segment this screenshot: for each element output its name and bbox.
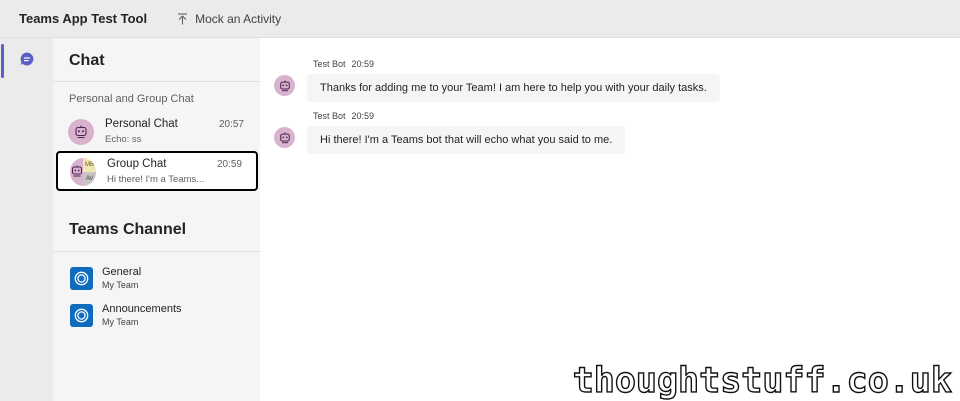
rail-item-chat[interactable]	[0, 42, 53, 80]
chat-name: Personal Chat	[105, 118, 178, 130]
divider	[53, 251, 260, 252]
message-bubble: Hi there! I'm a Teams bot that will echo…	[307, 126, 626, 154]
bot-icon	[71, 165, 83, 183]
bot-icon	[75, 125, 87, 138]
team-channel-icon	[70, 304, 93, 327]
chat-time: 20:57	[218, 119, 244, 130]
chat-item-personal[interactable]: Personal Chat 20:57 Echo: ss	[56, 112, 258, 152]
upload-arrow-icon	[177, 12, 188, 25]
chat-preview: Hi there! I'm a Teams...	[107, 174, 205, 185]
mock-activity-label: Mock an Activity	[195, 11, 282, 26]
team-channel-icon	[70, 267, 93, 290]
message-bubble: Thanks for adding me to your Team! I am …	[307, 74, 720, 102]
chat-item-group[interactable]: MB AV Group Chat 20:59 Hi there! I'm a T…	[56, 151, 258, 191]
chat-time: 20:59	[216, 159, 242, 170]
divider	[53, 81, 260, 82]
chat-heading: Chat	[69, 52, 105, 69]
bot-avatar	[274, 127, 295, 148]
message-sender: Test Bot	[313, 111, 346, 121]
channel-name: General	[102, 266, 142, 278]
message-meta: Test Bot 20:59	[313, 59, 374, 69]
bot-avatar	[274, 75, 295, 96]
bot-avatar	[68, 119, 94, 145]
active-indicator	[1, 44, 4, 78]
channel-name: Announcements	[102, 303, 182, 315]
channel-heading: Teams Channel	[69, 221, 187, 238]
group-avatar: MB AV	[70, 158, 96, 186]
message-time: 20:59	[351, 111, 375, 121]
chat-section-label: Personal and Group Chat	[69, 93, 194, 105]
app-rail	[0, 38, 53, 401]
message-area: Test Bot 20:59 Thanks for adding me to yo…	[260, 38, 960, 401]
avatar-initials: AV	[83, 172, 96, 186]
chat-list-panel: Chat Personal and Group Chat Personal Ch…	[53, 38, 260, 401]
avatar-initials: MB	[83, 158, 96, 172]
chat-icon	[19, 51, 35, 72]
channel-team: My Team	[102, 317, 139, 327]
watermark: thoughtstuff.co.uk	[572, 360, 953, 401]
app-title: Teams App Test Tool	[19, 11, 148, 26]
message-sender: Test Bot	[313, 59, 346, 69]
message-time: 20:59	[351, 59, 375, 69]
chat-preview: Echo: ss	[105, 134, 142, 145]
bot-icon	[279, 79, 290, 91]
channel-item-announcements[interactable]: Announcements My Team	[53, 300, 260, 336]
message-meta: Test Bot 20:59	[313, 111, 374, 121]
channel-item-general[interactable]: General My Team	[53, 263, 260, 299]
chat-name: Group Chat	[107, 158, 167, 170]
channel-team: My Team	[102, 280, 139, 290]
top-bar: Teams App Test Tool Mock an Activity	[0, 0, 960, 38]
mock-activity-button[interactable]: Mock an Activity	[177, 12, 281, 26]
bot-icon	[279, 131, 290, 143]
